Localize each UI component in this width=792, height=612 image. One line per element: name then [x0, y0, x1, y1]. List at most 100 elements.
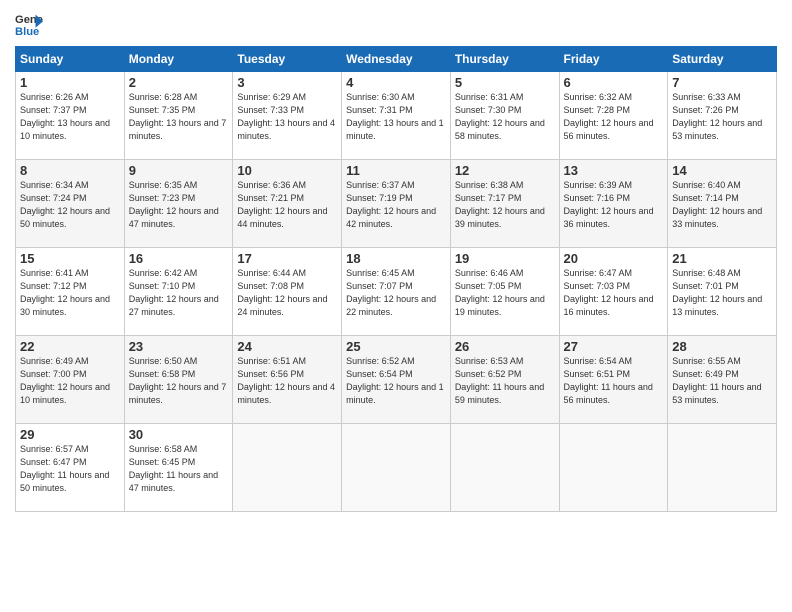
day-header-thursday: Thursday [450, 47, 559, 72]
day-info: Sunrise: 6:36 AMSunset: 7:21 PMDaylight:… [237, 179, 337, 231]
day-number: 18 [346, 251, 446, 266]
day-cell: 27 Sunrise: 6:54 AMSunset: 6:51 PMDaylig… [559, 336, 668, 424]
day-header-monday: Monday [124, 47, 233, 72]
day-cell: 30 Sunrise: 6:58 AMSunset: 6:45 PMDaylig… [124, 424, 233, 512]
day-info: Sunrise: 6:32 AMSunset: 7:28 PMDaylight:… [564, 91, 664, 143]
day-number: 25 [346, 339, 446, 354]
day-info: Sunrise: 6:46 AMSunset: 7:05 PMDaylight:… [455, 267, 555, 319]
day-info: Sunrise: 6:35 AMSunset: 7:23 PMDaylight:… [129, 179, 229, 231]
day-number: 15 [20, 251, 120, 266]
day-number: 6 [564, 75, 664, 90]
day-cell: 23 Sunrise: 6:50 AMSunset: 6:58 PMDaylig… [124, 336, 233, 424]
day-info: Sunrise: 6:55 AMSunset: 6:49 PMDaylight:… [672, 355, 772, 407]
day-cell: 10 Sunrise: 6:36 AMSunset: 7:21 PMDaylig… [233, 160, 342, 248]
day-info: Sunrise: 6:48 AMSunset: 7:01 PMDaylight:… [672, 267, 772, 319]
day-number: 22 [20, 339, 120, 354]
day-info: Sunrise: 6:44 AMSunset: 7:08 PMDaylight:… [237, 267, 337, 319]
week-row-2: 8 Sunrise: 6:34 AMSunset: 7:24 PMDayligh… [16, 160, 777, 248]
day-number: 13 [564, 163, 664, 178]
day-info: Sunrise: 6:34 AMSunset: 7:24 PMDaylight:… [20, 179, 120, 231]
svg-text:Blue: Blue [15, 26, 39, 38]
day-cell: 24 Sunrise: 6:51 AMSunset: 6:56 PMDaylig… [233, 336, 342, 424]
day-info: Sunrise: 6:26 AMSunset: 7:37 PMDaylight:… [20, 91, 120, 143]
day-info: Sunrise: 6:39 AMSunset: 7:16 PMDaylight:… [564, 179, 664, 231]
day-number: 30 [129, 427, 229, 442]
day-cell [668, 424, 777, 512]
day-cell: 3 Sunrise: 6:29 AMSunset: 7:33 PMDayligh… [233, 72, 342, 160]
day-info: Sunrise: 6:47 AMSunset: 7:03 PMDaylight:… [564, 267, 664, 319]
day-cell: 26 Sunrise: 6:53 AMSunset: 6:52 PMDaylig… [450, 336, 559, 424]
day-number: 20 [564, 251, 664, 266]
day-cell: 5 Sunrise: 6:31 AMSunset: 7:30 PMDayligh… [450, 72, 559, 160]
day-info: Sunrise: 6:54 AMSunset: 6:51 PMDaylight:… [564, 355, 664, 407]
day-header-tuesday: Tuesday [233, 47, 342, 72]
day-number: 10 [237, 163, 337, 178]
day-cell: 21 Sunrise: 6:48 AMSunset: 7:01 PMDaylig… [668, 248, 777, 336]
day-cell [342, 424, 451, 512]
day-cell: 25 Sunrise: 6:52 AMSunset: 6:54 PMDaylig… [342, 336, 451, 424]
day-cell [559, 424, 668, 512]
day-info: Sunrise: 6:49 AMSunset: 7:00 PMDaylight:… [20, 355, 120, 407]
day-number: 4 [346, 75, 446, 90]
day-cell [233, 424, 342, 512]
day-info: Sunrise: 6:50 AMSunset: 6:58 PMDaylight:… [129, 355, 229, 407]
day-info: Sunrise: 6:51 AMSunset: 6:56 PMDaylight:… [237, 355, 337, 407]
day-number: 19 [455, 251, 555, 266]
day-info: Sunrise: 6:33 AMSunset: 7:26 PMDaylight:… [672, 91, 772, 143]
day-info: Sunrise: 6:30 AMSunset: 7:31 PMDaylight:… [346, 91, 446, 143]
day-cell: 4 Sunrise: 6:30 AMSunset: 7:31 PMDayligh… [342, 72, 451, 160]
day-number: 28 [672, 339, 772, 354]
day-cell: 13 Sunrise: 6:39 AMSunset: 7:16 PMDaylig… [559, 160, 668, 248]
day-cell: 6 Sunrise: 6:32 AMSunset: 7:28 PMDayligh… [559, 72, 668, 160]
day-cell: 7 Sunrise: 6:33 AMSunset: 7:26 PMDayligh… [668, 72, 777, 160]
week-row-4: 22 Sunrise: 6:49 AMSunset: 7:00 PMDaylig… [16, 336, 777, 424]
day-number: 16 [129, 251, 229, 266]
day-cell: 28 Sunrise: 6:55 AMSunset: 6:49 PMDaylig… [668, 336, 777, 424]
day-info: Sunrise: 6:38 AMSunset: 7:17 PMDaylight:… [455, 179, 555, 231]
day-info: Sunrise: 6:31 AMSunset: 7:30 PMDaylight:… [455, 91, 555, 143]
day-info: Sunrise: 6:58 AMSunset: 6:45 PMDaylight:… [129, 443, 229, 495]
day-cell: 19 Sunrise: 6:46 AMSunset: 7:05 PMDaylig… [450, 248, 559, 336]
day-cell: 18 Sunrise: 6:45 AMSunset: 7:07 PMDaylig… [342, 248, 451, 336]
day-cell: 9 Sunrise: 6:35 AMSunset: 7:23 PMDayligh… [124, 160, 233, 248]
day-cell: 29 Sunrise: 6:57 AMSunset: 6:47 PMDaylig… [16, 424, 125, 512]
day-cell: 15 Sunrise: 6:41 AMSunset: 7:12 PMDaylig… [16, 248, 125, 336]
page-container: General Blue SundayMondayTuesdayWednesda… [0, 0, 792, 612]
day-header-saturday: Saturday [668, 47, 777, 72]
day-info: Sunrise: 6:37 AMSunset: 7:19 PMDaylight:… [346, 179, 446, 231]
header-row: SundayMondayTuesdayWednesdayThursdayFrid… [16, 47, 777, 72]
day-cell: 20 Sunrise: 6:47 AMSunset: 7:03 PMDaylig… [559, 248, 668, 336]
day-number: 23 [129, 339, 229, 354]
day-cell: 8 Sunrise: 6:34 AMSunset: 7:24 PMDayligh… [16, 160, 125, 248]
day-number: 24 [237, 339, 337, 354]
day-cell [450, 424, 559, 512]
day-info: Sunrise: 6:40 AMSunset: 7:14 PMDaylight:… [672, 179, 772, 231]
day-number: 7 [672, 75, 772, 90]
day-header-friday: Friday [559, 47, 668, 72]
day-number: 11 [346, 163, 446, 178]
day-number: 8 [20, 163, 120, 178]
day-header-sunday: Sunday [16, 47, 125, 72]
day-cell: 22 Sunrise: 6:49 AMSunset: 7:00 PMDaylig… [16, 336, 125, 424]
day-number: 17 [237, 251, 337, 266]
day-number: 12 [455, 163, 555, 178]
day-cell: 16 Sunrise: 6:42 AMSunset: 7:10 PMDaylig… [124, 248, 233, 336]
calendar-table: SundayMondayTuesdayWednesdayThursdayFrid… [15, 46, 777, 512]
day-cell: 2 Sunrise: 6:28 AMSunset: 7:35 PMDayligh… [124, 72, 233, 160]
day-cell: 14 Sunrise: 6:40 AMSunset: 7:14 PMDaylig… [668, 160, 777, 248]
day-number: 27 [564, 339, 664, 354]
day-info: Sunrise: 6:57 AMSunset: 6:47 PMDaylight:… [20, 443, 120, 495]
week-row-1: 1 Sunrise: 6:26 AMSunset: 7:37 PMDayligh… [16, 72, 777, 160]
day-cell: 1 Sunrise: 6:26 AMSunset: 7:37 PMDayligh… [16, 72, 125, 160]
week-row-3: 15 Sunrise: 6:41 AMSunset: 7:12 PMDaylig… [16, 248, 777, 336]
day-number: 2 [129, 75, 229, 90]
week-row-5: 29 Sunrise: 6:57 AMSunset: 6:47 PMDaylig… [16, 424, 777, 512]
day-cell: 12 Sunrise: 6:38 AMSunset: 7:17 PMDaylig… [450, 160, 559, 248]
day-info: Sunrise: 6:42 AMSunset: 7:10 PMDaylight:… [129, 267, 229, 319]
day-number: 1 [20, 75, 120, 90]
logo-icon: General Blue [15, 10, 43, 38]
logo: General Blue [15, 10, 43, 38]
day-info: Sunrise: 6:52 AMSunset: 6:54 PMDaylight:… [346, 355, 446, 407]
day-number: 21 [672, 251, 772, 266]
day-number: 14 [672, 163, 772, 178]
